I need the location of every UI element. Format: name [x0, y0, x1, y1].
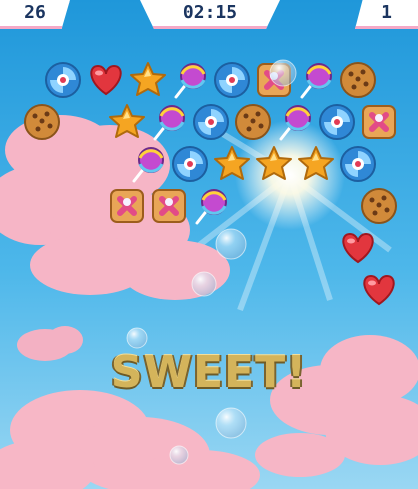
peppermint-candy-icon[interactable] [340, 146, 376, 182]
cracker-candy-icon[interactable] [362, 105, 396, 139]
bubble [126, 327, 148, 349]
hud-left-value: 26 [24, 1, 46, 23]
peppermint-candy-icon[interactable] [319, 104, 355, 140]
hud-timer: 02:15 [182, 1, 238, 23]
hud-score-panel: 26 [0, 0, 70, 29]
cracker-candy-icon[interactable] [152, 189, 186, 223]
hud-timer-panel: 02:15 [140, 0, 280, 29]
bubble [191, 271, 217, 297]
bubble [215, 407, 247, 439]
sweet-banner: SWEET! [110, 347, 308, 398]
game-scene [0, 0, 418, 489]
cookie-candy-icon[interactable] [361, 188, 397, 224]
hud-right-value: 1 [381, 1, 392, 23]
hud-level-panel: 1 [355, 0, 418, 29]
bubble [215, 228, 247, 260]
cookie-candy-icon[interactable] [235, 104, 271, 140]
peppermint-candy-icon[interactable] [172, 146, 208, 182]
bubble [169, 445, 189, 465]
cookie-candy-icon[interactable] [340, 62, 376, 98]
peppermint-candy-icon[interactable] [193, 104, 229, 140]
cookie-candy-icon[interactable] [24, 104, 60, 140]
peppermint-candy-icon[interactable] [45, 62, 81, 98]
bubble [269, 59, 297, 87]
peppermint-candy-icon[interactable] [214, 62, 250, 98]
cracker-candy-icon[interactable] [110, 189, 144, 223]
